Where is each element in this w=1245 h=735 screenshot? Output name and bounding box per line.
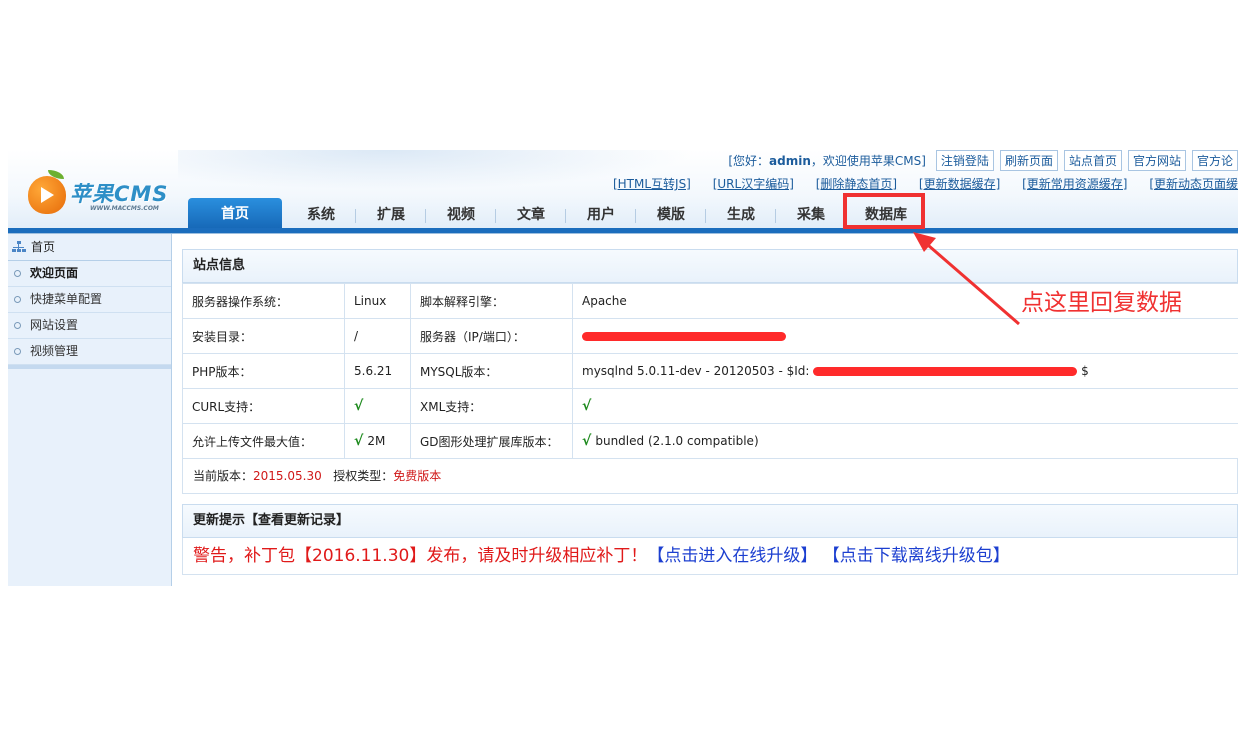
refresh-button[interactable]: 刷新页面 xyxy=(999,150,1058,171)
xml-value: √ xyxy=(572,388,1238,424)
xml-label: XML支持： xyxy=(410,388,573,424)
nav-underline xyxy=(8,228,1238,233)
update-dynamic-cache-link[interactable]: [更新动态页面缓 xyxy=(1149,177,1238,191)
install-dir-label: 安装目录： xyxy=(182,318,345,354)
main-nav: 首页 系统 扩展 视频 文章 用户 模版 生成 采集 数据库 xyxy=(188,198,926,228)
play-icon xyxy=(41,187,54,203)
logout-button[interactable]: 注销登陆 xyxy=(935,150,994,171)
bullet-icon xyxy=(14,348,21,355)
current-version: 2015.05.30 xyxy=(253,469,322,483)
header: 苹果CMS WWW.MACCMS.COM [您好：admin，欢迎使用苹果CMS… xyxy=(8,150,1238,234)
gd-version-value: √ bundled (2.1.0 compatible) xyxy=(572,423,1238,459)
redaction-mark xyxy=(582,332,786,341)
brand-name: 苹果CMS xyxy=(70,182,169,206)
sidebar: 首页 欢迎页面 快捷菜单配置 网站设置 视频管理 xyxy=(8,234,172,586)
tab-system[interactable]: 系统 xyxy=(286,202,356,228)
upload-max-value: √ 2M xyxy=(344,423,411,459)
admin-window: 苹果CMS WWW.MACCMS.COM [您好：admin，欢迎使用苹果CMS… xyxy=(8,150,1238,586)
os-label: 服务器操作系统： xyxy=(182,283,345,319)
tab-article[interactable]: 文章 xyxy=(496,202,566,228)
top-links: [您好：admin，欢迎使用苹果CMS] 注销登陆 刷新页面 站点首页 官方网站… xyxy=(728,150,1238,171)
sidebar-header[interactable]: 首页 xyxy=(8,234,171,261)
table-row: 允许上传文件最大值： √ 2M GD图形处理扩展库版本： √ bundled (2.… xyxy=(182,423,1238,459)
url-encode-link[interactable]: [URL汉字编码] xyxy=(713,177,794,191)
check-icon: √ xyxy=(354,433,364,449)
delete-static-home-link[interactable]: [删除静态首页] xyxy=(816,177,897,191)
sidebar-item-welcome[interactable]: 欢迎页面 xyxy=(8,261,171,287)
install-dir-value: / xyxy=(344,318,411,354)
redaction-mark xyxy=(813,367,1078,376)
update-title[interactable]: 更新提示【查看更新记录】 xyxy=(182,504,1238,538)
table-row: CURL支持： √ XML支持： √ xyxy=(182,388,1238,424)
server-ip-value xyxy=(572,318,1238,354)
username: admin xyxy=(769,153,811,168)
server-ip-label: 服务器（IP/端口）： xyxy=(410,318,573,354)
update-warning: 警告，补丁包【2016.11.30】发布，请及时升级相应补丁！【点击进入在线升级… xyxy=(182,538,1238,575)
online-upgrade-link[interactable]: 【点击进入在线升级】 xyxy=(647,546,817,566)
official-forum-button[interactable]: 官方论 xyxy=(1191,150,1238,171)
upload-max-label: 允许上传文件最大值： xyxy=(182,423,345,459)
php-version-label: PHP版本： xyxy=(182,353,345,389)
site-info-title: 站点信息 xyxy=(182,249,1238,283)
version-line: 当前版本：2015.05.30 授权类型：免费版本 xyxy=(182,459,1238,494)
welcome-text: [您好：admin，欢迎使用苹果CMS] xyxy=(728,153,926,168)
brand-logo[interactable]: 苹果CMS WWW.MACCMS.COM xyxy=(28,170,178,218)
quick-links: [HTML互转JS] [URL汉字编码] [删除静态首页] [更新数据缓存] [… xyxy=(595,175,1238,192)
site-home-button[interactable]: 站点首页 xyxy=(1063,150,1122,171)
tree-icon xyxy=(12,241,26,253)
tab-user[interactable]: 用户 xyxy=(566,202,636,228)
tab-collect[interactable]: 采集 xyxy=(776,202,846,228)
os-value: Linux xyxy=(344,283,411,319)
curl-label: CURL支持： xyxy=(182,388,345,424)
update-data-cache-link[interactable]: [更新数据缓存] xyxy=(919,177,1000,191)
tab-generate[interactable]: 生成 xyxy=(706,202,776,228)
bullet-icon xyxy=(14,322,21,329)
table-row: PHP版本： 5.6.21 MYSQL版本： mysqlnd 5.0.11-de… xyxy=(182,353,1238,389)
brand-url: WWW.MACCMS.COM xyxy=(90,205,159,212)
bullet-icon xyxy=(14,270,21,277)
tab-home[interactable]: 首页 xyxy=(188,198,282,228)
gd-version-label: GD图形处理扩展库版本： xyxy=(410,423,573,459)
annotation-text: 点这里回复数据 xyxy=(1021,290,1182,316)
table-row: 安装目录： / 服务器（IP/端口）： xyxy=(182,318,1238,354)
html-js-link[interactable]: [HTML互转JS] xyxy=(613,177,691,191)
database-highlight-box xyxy=(843,193,925,229)
engine-label: 脚本解释引擎： xyxy=(410,283,573,319)
curl-value: √ xyxy=(344,388,411,424)
php-version-value: 5.6.21 xyxy=(344,353,411,389)
update-resource-cache-link[interactable]: [更新常用资源缓存] xyxy=(1022,177,1127,191)
official-site-button[interactable]: 官方网站 xyxy=(1127,150,1186,171)
mysql-version-value: mysqlnd 5.0.11-dev - 20120503 - $Id: $ xyxy=(572,353,1238,389)
sidebar-item-video-management[interactable]: 视频管理 xyxy=(8,339,171,365)
bullet-icon xyxy=(14,296,21,303)
sidebar-item-site-settings[interactable]: 网站设置 xyxy=(8,313,171,339)
sidebar-title: 首页 xyxy=(31,240,56,254)
check-icon: √ xyxy=(582,433,592,449)
license-type: 免费版本 xyxy=(393,469,442,483)
patch-date: 【2016.11.30】 xyxy=(295,546,427,566)
sidebar-item-shortcut-menu[interactable]: 快捷菜单配置 xyxy=(8,287,171,313)
mysql-version-label: MYSQL版本： xyxy=(410,353,573,389)
tab-video[interactable]: 视频 xyxy=(426,202,496,228)
check-icon: √ xyxy=(354,398,364,414)
tab-extension[interactable]: 扩展 xyxy=(356,202,426,228)
offline-upgrade-link[interactable]: 【点击下载离线升级包】 xyxy=(823,546,1010,566)
tab-template[interactable]: 模版 xyxy=(636,202,706,228)
check-icon: √ xyxy=(582,398,592,414)
